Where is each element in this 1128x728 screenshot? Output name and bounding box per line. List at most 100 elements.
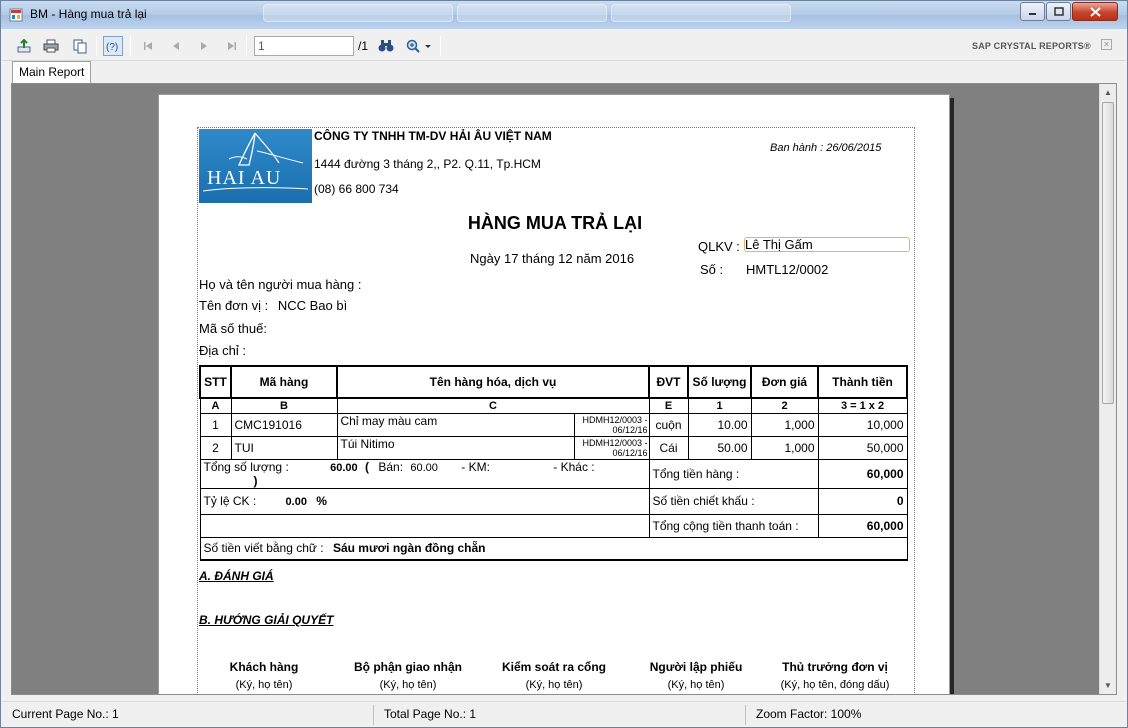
tab-main-report[interactable]: Main Report: [12, 61, 92, 83]
discount-amount-label: Số tiền chiết khấu :: [648, 487, 819, 515]
section-b-heading: B. HƯỚNG GIẢI QUYẾT: [199, 613, 334, 627]
brand-label: SAP CRYSTAL REPORTS®: [972, 41, 1091, 51]
toggle-group-tree-button[interactable]: (?): [103, 36, 123, 56]
signature-role: Khách hàng: [229, 660, 299, 674]
minimize-icon: [1029, 13, 1036, 15]
column-code: A: [199, 397, 232, 414]
toolbar-separator: [440, 36, 441, 56]
unit-name-value: NCC Bao bì: [277, 298, 348, 313]
total-page-status: Total Page No.: 1: [376, 705, 746, 725]
first-page-icon: [144, 42, 152, 50]
issued-date: Ban hành : 26/06/2015: [770, 142, 882, 154]
tax-code-label: Mã số thuế:: [199, 321, 267, 336]
empty-cell: [199, 513, 650, 538]
background-tab: [263, 4, 453, 22]
table-row: 1 CMC191016 Chỉ may màu cam HDMH12/0003 …: [199, 412, 908, 437]
previous-page-button[interactable]: [166, 36, 186, 56]
discount-rate-value: 0.00: [285, 496, 307, 508]
open-paren: (: [365, 459, 369, 474]
table-header-row: STT Mã hàng Tên hàng hóa, dịch vụ ĐVT Số…: [199, 365, 908, 399]
signature-note: (Ký, họ tên, đóng dấu): [780, 679, 890, 691]
copy-button[interactable]: [70, 36, 90, 56]
total-quantity-row: Tổng số lượng : 60.00 ( Bán: 60.00 - KM:…: [199, 458, 908, 489]
report-page: HAI AU CÔNG TY TNHH TM-DV HẢI ÂU VIỆT NA…: [158, 94, 950, 694]
last-page-button[interactable]: [222, 36, 242, 56]
export-button[interactable]: [14, 36, 34, 56]
section-a-heading: A. ĐÁNH GIÁ: [199, 569, 274, 583]
close-viewer-icon[interactable]: ✕: [1101, 39, 1112, 50]
vertical-scrollbar[interactable]: ▲ ▼: [1099, 84, 1116, 694]
svg-text:(?): (?): [106, 42, 118, 53]
signature-note: (Ký, họ tên): [379, 679, 437, 691]
grand-total-value: 60,000: [817, 513, 908, 538]
find-button[interactable]: [376, 36, 396, 56]
close-paren: ): [253, 473, 258, 488]
tab-strip: Main Report: [2, 61, 1126, 83]
row-item-name: Chỉ may màu cam: [336, 412, 575, 437]
column-code: E: [648, 397, 689, 414]
zoom-icon: [406, 39, 431, 53]
discount-amount-value: 0: [817, 487, 908, 515]
row-stt: 1: [199, 412, 232, 437]
column-header: Đơn giá: [750, 365, 819, 399]
column-header: Số lượng: [687, 365, 752, 399]
document-title: HÀNG MUA TRẢ LẠI: [467, 213, 643, 233]
signature-role: Bộ phận giao nhận: [354, 660, 462, 674]
column-header: STT: [199, 365, 232, 399]
scroll-thumb[interactable]: [1102, 102, 1114, 404]
app-icon: [9, 8, 23, 22]
next-page-button[interactable]: [194, 36, 214, 56]
company-name: CÔNG TY TNHH TM-DV HẢI ÂU VIỆT NAM: [314, 129, 552, 143]
toolbar: (?) /1 SAP CRYSTAL REPORTS® ✕: [2, 30, 1126, 61]
row-reference: HDMH12/0003 - 06/12/16: [582, 414, 648, 435]
discount-row: Tỷ lệ CK : 0.00 % Số tiền chiết khấu : 0: [199, 487, 908, 515]
zoom-dropdown[interactable]: [404, 36, 434, 56]
maximize-button[interactable]: [1046, 2, 1071, 21]
amount-in-words-label: Số tiền viết bằng chữ :: [203, 541, 324, 556]
background-tab: [457, 4, 607, 22]
signature-block: Thủ trưởng đơn vị (Ký, họ tên, đóng dấu): [760, 660, 910, 691]
column-code: 3 = 1 x 2: [817, 397, 908, 414]
document-date: Ngày 17 tháng 12 năm 2016: [470, 251, 635, 266]
other-quantity-label: - Khác :: [553, 459, 595, 474]
page-number-input[interactable]: [254, 36, 354, 56]
signature-role: Kiểm soát ra cổng: [501, 660, 607, 674]
report-canvas: HAI AU CÔNG TY TNHH TM-DV HẢI ÂU VIỆT NA…: [11, 83, 1117, 695]
row-quantity: 50.00: [687, 435, 752, 460]
title-bar: BM - Hàng mua trả lại: [1, 1, 1127, 29]
scroll-down-icon[interactable]: ▼: [1100, 677, 1116, 694]
column-header: Mã hàng: [230, 365, 338, 399]
page-total: /1: [358, 39, 369, 53]
row-amount: 10,000: [817, 412, 908, 437]
export-icon: [17, 38, 31, 53]
row-amount: 50,000: [817, 435, 908, 460]
buyer-name-label: Họ và tên người mua hàng :: [199, 277, 362, 292]
table-code-row: A B C E 1 2 3 = 1 x 2: [199, 397, 908, 414]
print-button[interactable]: [41, 36, 61, 56]
scroll-up-icon[interactable]: ▲: [1100, 84, 1116, 101]
sail-logo-graphic: [202, 132, 309, 192]
background-tab: [611, 4, 791, 22]
unit-name-row: Tên đơn vị : NCC Bao bì: [199, 298, 347, 313]
report-viewer-window: BM - Hàng mua trả lại (?) 1 /1 SAP CRYST…: [0, 0, 1128, 728]
minimize-button[interactable]: [1020, 2, 1045, 21]
column-header: Tên hàng hóa, dịch vụ: [336, 365, 650, 399]
qlkv-label: QLKV :: [698, 239, 740, 254]
toolbar-separator: [246, 36, 247, 56]
signature-note: (Ký, họ tên): [235, 679, 293, 691]
last-page-icon: [228, 42, 236, 50]
document-number: HMTL12/0002: [746, 262, 829, 277]
sale-quantity-value: 60.00: [410, 461, 438, 474]
discount-rate-label: Tỷ lệ CK :: [203, 494, 257, 508]
signature-block: Khách hàng (Ký, họ tên): [189, 660, 339, 691]
row-item-name: Túi Nitimo: [336, 435, 575, 460]
signature-note: (Ký, họ tên): [525, 679, 583, 691]
copy-icon: [73, 39, 87, 54]
items-table: STT Mã hàng Tên hàng hóa, dịch vụ ĐVT Số…: [199, 365, 908, 561]
close-button[interactable]: [1072, 2, 1118, 21]
signature-block: Kiểm soát ra cổng (Ký, họ tên): [479, 660, 629, 691]
qlkv-value: Lê Thị Gấm: [744, 237, 910, 252]
row-stt: 2: [199, 435, 232, 460]
amount-in-words-row: Số tiền viết bằng chữ : Sáu mươi ngàn đồ…: [199, 536, 908, 561]
first-page-button[interactable]: [138, 36, 158, 56]
